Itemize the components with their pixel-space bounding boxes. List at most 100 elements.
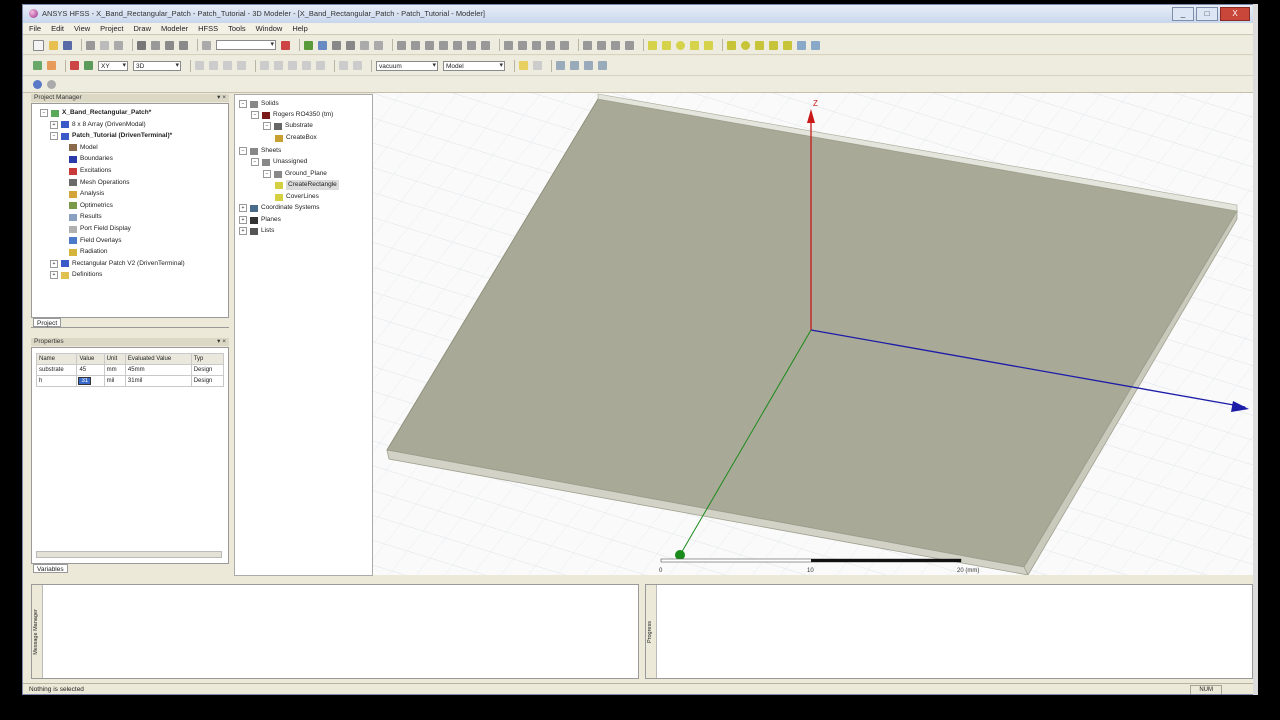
col-type[interactable]: Typ: [190, 353, 225, 365]
menu-project[interactable]: Project: [100, 24, 123, 33]
expand-toggle-icon[interactable]: +: [239, 216, 247, 224]
imprint-icon[interactable]: [316, 61, 325, 70]
project-tree-item[interactable]: − X_Band_Rectangular_Patch*: [40, 108, 151, 118]
view-top-icon[interactable]: [518, 40, 527, 50]
expand-toggle-icon[interactable]: +: [50, 271, 58, 280]
draw-ellipse-icon[interactable]: [769, 40, 778, 50]
menu-tools[interactable]: Tools: [228, 24, 246, 33]
print-icon[interactable]: [137, 40, 146, 50]
table-row[interactable]: h 31 mil 31mil Design: [35, 375, 225, 387]
expand-toggle-icon[interactable]: −: [251, 158, 259, 166]
history-tree-item[interactable]: + Coordinate Systems: [239, 203, 320, 213]
history-tree-item[interactable]: CreateRectangle: [275, 180, 339, 190]
draw-polygon-icon[interactable]: [755, 40, 764, 50]
view-bottom-icon[interactable]: [560, 40, 569, 50]
snap-icon[interactable]: [47, 61, 56, 70]
expand-toggle-icon[interactable]: −: [251, 111, 259, 119]
project-tree-item[interactable]: − Patch_Tutorial (DrivenTerminal)*: [50, 131, 172, 141]
excitation-icon[interactable]: [533, 61, 542, 70]
move-icon[interactable]: [70, 61, 79, 70]
table-row[interactable]: substrate 45 mm 45mm Design: [35, 364, 225, 376]
project-tree-item[interactable]: Field Overlays: [60, 236, 122, 246]
project-tree-item[interactable]: Model: [60, 143, 98, 153]
pan-icon[interactable]: [411, 40, 420, 50]
analyze-icon[interactable]: [332, 40, 341, 50]
undo-icon[interactable]: [165, 40, 174, 50]
menu-hfss[interactable]: HFSS: [198, 24, 218, 33]
expand-toggle-icon[interactable]: −: [50, 132, 58, 141]
expand-toggle-icon[interactable]: −: [263, 122, 271, 130]
history-tree-item[interactable]: CreateBox: [275, 133, 317, 143]
menu-modeler[interactable]: Modeler: [161, 24, 188, 33]
split-icon[interactable]: [302, 61, 311, 70]
pin-icon[interactable]: ▾ ×: [217, 94, 226, 102]
expand-toggle-icon[interactable]: +: [50, 120, 58, 129]
menu-draw[interactable]: Draw: [134, 24, 152, 33]
expand-toggle-icon[interactable]: −: [40, 109, 48, 117]
selection-combo[interactable]: [216, 40, 276, 50]
history-tree-item[interactable]: − Ground_Plane: [263, 169, 327, 179]
copy-icon[interactable]: [100, 40, 109, 50]
solve-icon[interactable]: [318, 40, 327, 50]
project-tree-item[interactable]: Excitations: [60, 166, 111, 176]
optimetrics-icon[interactable]: [33, 79, 42, 89]
draw-cylinder-icon[interactable]: [662, 40, 671, 50]
select-icon[interactable]: [202, 40, 211, 50]
project-tree-item[interactable]: + Definitions: [50, 270, 102, 280]
close-button[interactable]: X: [1220, 7, 1250, 21]
fit-all-icon[interactable]: [467, 40, 476, 50]
report-icon[interactable]: [360, 40, 369, 50]
menu-help[interactable]: Help: [292, 24, 307, 33]
boundary-icon[interactable]: [519, 61, 528, 70]
value-edit-field[interactable]: 31: [78, 377, 92, 385]
draw-cone-icon[interactable]: [690, 40, 699, 50]
fit-selection-icon[interactable]: [481, 40, 490, 50]
rotate-object-icon[interactable]: [84, 61, 93, 70]
relative-cs-icon[interactable]: [797, 40, 806, 50]
history-tree-item[interactable]: − Rogers RO4350 (tm): [251, 110, 333, 120]
grid-icon[interactable]: [33, 61, 42, 70]
draw-circle-icon[interactable]: [741, 40, 750, 50]
zoom-in-icon[interactable]: [439, 40, 448, 50]
project-tree-item[interactable]: Mesh Operations: [60, 178, 130, 188]
modeler-viewport[interactable]: Z 0 10 20 (mm): [373, 93, 1253, 575]
project-tree-item[interactable]: Radiation: [60, 247, 107, 257]
intersect-icon[interactable]: [288, 61, 297, 70]
cut-icon[interactable]: [86, 40, 95, 50]
measure-icon[interactable]: [556, 61, 565, 70]
expand-toggle-icon[interactable]: −: [239, 147, 247, 155]
scale-icon[interactable]: [209, 61, 218, 70]
zoom-icon[interactable]: [425, 40, 434, 50]
history-tree-item[interactable]: − Sheets: [239, 146, 281, 156]
maximize-button[interactable]: □: [1196, 7, 1218, 21]
history-tree-item[interactable]: − Substrate: [263, 121, 313, 131]
hpc-icon[interactable]: [47, 79, 56, 89]
project-tree-item[interactable]: + Rectangular Patch V2 (DrivenTerminal): [50, 259, 185, 269]
history-tree-item[interactable]: CoverLines: [275, 192, 319, 202]
ruler-icon[interactable]: [570, 61, 579, 70]
pin-icon[interactable]: ▾ ×: [217, 338, 226, 346]
save-icon[interactable]: [63, 40, 72, 50]
validate-icon[interactable]: [281, 40, 290, 50]
col-evaluated-value[interactable]: Evaluated Value: [124, 353, 192, 365]
dimension-combo[interactable]: 3D: [133, 60, 181, 71]
menu-edit[interactable]: Edit: [51, 24, 64, 33]
results-icon[interactable]: [346, 40, 355, 50]
subtract-icon[interactable]: [274, 61, 283, 70]
project-tree-item[interactable]: Results: [60, 212, 102, 222]
history-tree-item[interactable]: + Planes: [239, 215, 281, 225]
chamfer-icon[interactable]: [353, 61, 362, 70]
measure-distance-icon[interactable]: [584, 61, 593, 70]
draw-box-icon[interactable]: [648, 40, 657, 50]
new-icon[interactable]: [33, 39, 44, 51]
plane-combo[interactable]: XY: [98, 60, 128, 71]
redo-icon[interactable]: [179, 40, 188, 50]
menu-file[interactable]: File: [29, 24, 41, 33]
draw-torus-icon[interactable]: [704, 40, 713, 50]
mode-combo[interactable]: Model: [443, 60, 505, 71]
project-tree-item[interactable]: Port Field Display: [60, 224, 131, 234]
unite-icon[interactable]: [260, 61, 269, 70]
minimize-button[interactable]: _: [1172, 7, 1194, 21]
draw-line-icon[interactable]: [583, 40, 592, 50]
mirror-icon[interactable]: [195, 61, 204, 70]
